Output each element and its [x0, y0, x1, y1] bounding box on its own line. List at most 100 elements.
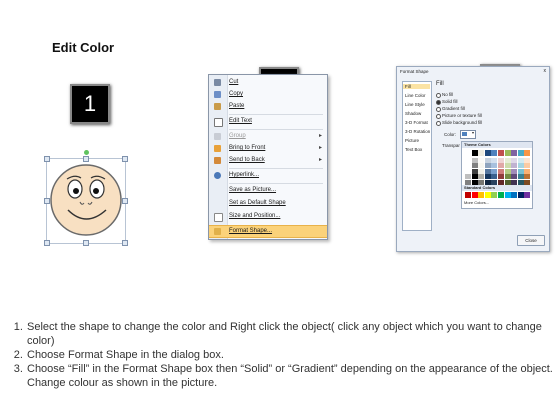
- menu-item-cut[interactable]: Cut: [209, 77, 327, 88]
- category-text-box[interactable]: Text Box: [405, 147, 422, 152]
- color-swatch[interactable]: [511, 157, 518, 163]
- color-swatch[interactable]: [465, 192, 471, 198]
- color-swatch[interactable]: [504, 157, 511, 163]
- color-swatch[interactable]: [471, 150, 478, 156]
- color-swatch[interactable]: [478, 150, 485, 156]
- color-swatch[interactable]: [524, 157, 531, 163]
- color-swatch[interactable]: [517, 150, 524, 156]
- color-swatch[interactable]: [465, 157, 471, 163]
- color-swatch[interactable]: [478, 192, 485, 198]
- color-swatch[interactable]: [484, 157, 491, 163]
- color-swatch[interactable]: [484, 168, 491, 174]
- color-swatch[interactable]: [465, 163, 471, 168]
- color-swatch[interactable]: [471, 157, 478, 163]
- smiley-face-shape[interactable]: [48, 162, 124, 240]
- color-swatch[interactable]: [491, 174, 498, 179]
- color-swatch[interactable]: [517, 168, 524, 174]
- color-swatch[interactable]: [498, 179, 504, 185]
- category-shadow[interactable]: Shadow: [405, 111, 421, 116]
- close-button[interactable]: Close: [517, 235, 545, 246]
- resize-handle[interactable]: [83, 240, 89, 246]
- color-swatch[interactable]: [471, 192, 478, 198]
- color-swatch[interactable]: [491, 192, 498, 198]
- color-swatch[interactable]: [484, 179, 491, 185]
- color-swatch[interactable]: [517, 179, 524, 185]
- color-swatch[interactable]: [478, 174, 485, 179]
- color-swatch[interactable]: [517, 192, 524, 198]
- color-swatch[interactable]: [511, 163, 518, 168]
- color-swatch[interactable]: [465, 150, 471, 156]
- radio-no-fill[interactable]: [436, 93, 441, 98]
- category-3d-rotation[interactable]: 3-D Rotation: [405, 129, 430, 134]
- category-fill[interactable]: Fill: [403, 84, 430, 89]
- color-swatch[interactable]: [524, 179, 531, 185]
- color-swatch[interactable]: [491, 179, 498, 185]
- color-swatch[interactable]: [491, 168, 498, 174]
- color-swatch[interactable]: [524, 150, 531, 156]
- color-swatch[interactable]: [465, 168, 471, 174]
- color-swatch[interactable]: [471, 163, 478, 168]
- color-swatch[interactable]: [517, 163, 524, 168]
- color-swatch[interactable]: [491, 150, 498, 156]
- menu-item-hyperlink[interactable]: Hyperlink...: [209, 170, 327, 181]
- color-swatch[interactable]: [511, 168, 518, 174]
- close-icon[interactable]: x: [544, 68, 547, 74]
- color-swatch[interactable]: [484, 174, 491, 179]
- more-colors-link[interactable]: More Colors...: [464, 200, 489, 205]
- color-swatch[interactable]: [504, 179, 511, 185]
- color-picker-button[interactable]: ▾: [460, 130, 476, 139]
- menu-item-copy[interactable]: Copy: [209, 89, 327, 100]
- menu-item-bring-to-front[interactable]: Bring to Front ▸: [209, 143, 327, 154]
- color-swatch[interactable]: [465, 179, 471, 185]
- color-swatch[interactable]: [498, 174, 504, 179]
- color-swatch[interactable]: [471, 168, 478, 174]
- menu-item-send-to-back[interactable]: Send to Back ▸: [209, 155, 327, 166]
- color-swatch[interactable]: [498, 192, 504, 198]
- color-swatch[interactable]: [478, 168, 485, 174]
- color-swatch[interactable]: [498, 163, 504, 168]
- color-swatch[interactable]: [471, 174, 478, 179]
- menu-item-size-and-position[interactable]: Size and Position...: [209, 211, 327, 222]
- category-line-style[interactable]: Line Style: [405, 102, 425, 107]
- color-swatch[interactable]: [504, 150, 511, 156]
- color-swatch[interactable]: [478, 157, 485, 163]
- color-swatch[interactable]: [524, 174, 531, 179]
- color-swatch[interactable]: [478, 179, 485, 185]
- category-picture[interactable]: Picture: [405, 138, 419, 143]
- color-swatch[interactable]: [504, 168, 511, 174]
- menu-item-set-default-shape[interactable]: Set as Default Shape: [209, 198, 327, 209]
- color-swatch[interactable]: [517, 174, 524, 179]
- radio-slide-background-fill[interactable]: [436, 121, 441, 126]
- color-swatch[interactable]: [465, 174, 471, 179]
- menu-item-paste[interactable]: Paste: [209, 101, 327, 112]
- radio-gradient-fill[interactable]: [436, 107, 441, 112]
- color-swatch[interactable]: [524, 192, 531, 198]
- color-swatch[interactable]: [524, 168, 531, 174]
- menu-item-edit-text[interactable]: Edit Text: [209, 116, 327, 127]
- color-swatch[interactable]: [478, 163, 485, 168]
- color-swatch[interactable]: [484, 163, 491, 168]
- radio-solid-fill[interactable]: [436, 100, 441, 105]
- color-swatch[interactable]: [504, 192, 511, 198]
- color-swatch[interactable]: [517, 157, 524, 163]
- rotate-handle[interactable]: [84, 150, 89, 155]
- color-swatch[interactable]: [498, 168, 504, 174]
- color-swatch[interactable]: [471, 179, 478, 185]
- color-swatch[interactable]: [511, 179, 518, 185]
- color-swatch[interactable]: [498, 150, 504, 156]
- color-swatch[interactable]: [491, 157, 498, 163]
- color-swatch[interactable]: [484, 192, 491, 198]
- color-swatch[interactable]: [511, 192, 518, 198]
- category-3d-format[interactable]: 3-D Format: [405, 120, 428, 125]
- menu-item-format-shape[interactable]: Format Shape...: [209, 225, 327, 238]
- radio-picture-fill[interactable]: [436, 114, 441, 119]
- color-swatch[interactable]: [504, 174, 511, 179]
- color-swatch[interactable]: [484, 150, 491, 156]
- color-swatch[interactable]: [511, 174, 518, 179]
- menu-item-save-as-picture[interactable]: Save as Picture...: [209, 185, 327, 196]
- color-swatch[interactable]: [511, 150, 518, 156]
- menu-item-group[interactable]: Group ▸: [209, 131, 327, 142]
- category-line-color[interactable]: Line Color: [405, 93, 426, 98]
- color-swatch[interactable]: [524, 163, 531, 168]
- color-swatch[interactable]: [504, 163, 511, 168]
